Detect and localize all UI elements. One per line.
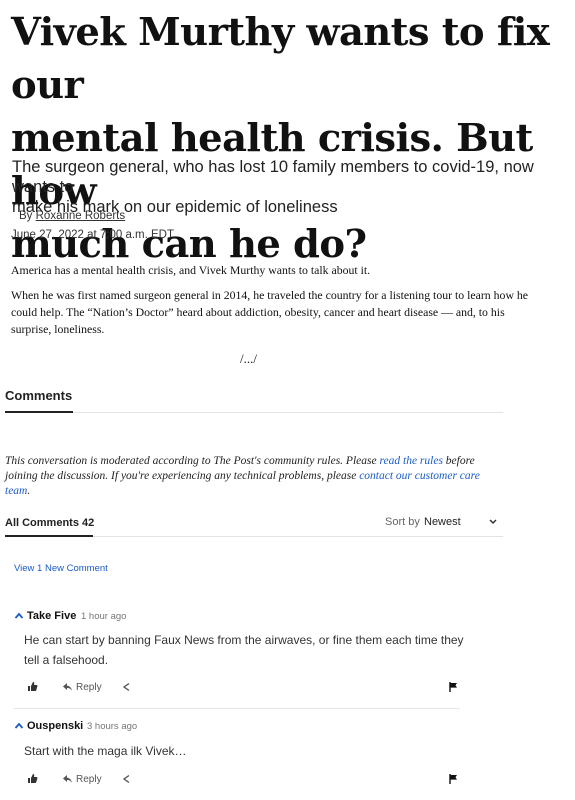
comment-line: He can start by banning Faux News from t…	[24, 633, 464, 647]
chevron-up-icon[interactable]	[14, 722, 24, 730]
comment-count: 42	[82, 517, 95, 529]
sort-select[interactable]: Newest	[424, 516, 461, 528]
reply-button[interactable]: Reply	[76, 774, 102, 785]
thumbs-up-icon[interactable]	[27, 681, 38, 692]
byline-prefix: By	[19, 210, 33, 222]
thumbs-up-icon[interactable]	[27, 773, 38, 784]
paragraph-text: America has a mental health crisis, and …	[11, 263, 371, 277]
share-icon[interactable]	[122, 774, 131, 784]
flag-icon[interactable]	[449, 682, 458, 692]
paragraph-line: surprise, loneliness.	[11, 322, 105, 336]
all-comments-label: All Comments	[5, 517, 79, 529]
chevron-down-icon[interactable]	[488, 518, 498, 526]
dek-line: The surgeon general, who has lost 10 fam…	[12, 158, 534, 196]
reply-arrow-icon	[63, 683, 72, 691]
reply-arrow-icon	[63, 775, 72, 783]
moderation-text: This conversation is moderated according…	[5, 455, 380, 467]
tab-comments[interactable]: Comments	[5, 388, 72, 403]
read-rules-link[interactable]: read the rules	[379, 455, 442, 467]
article-paragraph: America has a mental health crisis, and …	[11, 262, 546, 279]
tab-all-comments[interactable]: All Comments 42	[5, 517, 94, 529]
flag-icon[interactable]	[449, 774, 458, 784]
moderation-text: .	[27, 485, 31, 497]
sort-label: Sort by	[385, 516, 420, 528]
publish-date: June 27, 2022 at 7:00 a.m. EDT	[11, 229, 175, 241]
article-subheadline: The surgeon general, who has lost 10 fam…	[12, 157, 552, 217]
comment-divider	[14, 708, 460, 709]
comment-author[interactable]: Take Five	[27, 610, 76, 622]
comment-body: Start with the maga ilk Vivek…	[24, 741, 464, 761]
truncation-marker: /.../	[240, 351, 257, 366]
chevron-up-icon[interactable]	[14, 612, 24, 620]
comment-line: tell a falsehood.	[24, 653, 109, 667]
headline-line: Vivek Murthy wants to fix our	[11, 10, 550, 108]
comment-author[interactable]: Ouspenski	[27, 720, 83, 732]
comment-timestamp: 3 hours ago	[87, 721, 138, 732]
moderation-notice: This conversation is moderated according…	[5, 454, 505, 499]
share-icon[interactable]	[122, 682, 131, 692]
comments-divider	[5, 412, 503, 413]
comment-timestamp: 1 hour ago	[81, 611, 127, 622]
tab-active-indicator	[5, 411, 73, 413]
comment-line: Start with the maga ilk Vivek…	[24, 744, 187, 758]
paragraph-line: When he was first named surgeon general …	[11, 288, 529, 302]
paragraph-line: could help. The “Nation’s Doctor” heard …	[11, 305, 505, 319]
reply-button[interactable]: Reply	[76, 682, 102, 693]
tab-active-indicator	[5, 535, 93, 537]
view-new-comments-button[interactable]: View 1 New Comment	[14, 563, 108, 574]
author-link[interactable]: Roxanne Roberts	[36, 210, 126, 222]
byline: By Roxanne Roberts	[19, 210, 125, 222]
comment-body: He can start by banning Faux News from t…	[24, 630, 464, 670]
article-paragraph: When he was first named surgeon general …	[11, 287, 546, 338]
